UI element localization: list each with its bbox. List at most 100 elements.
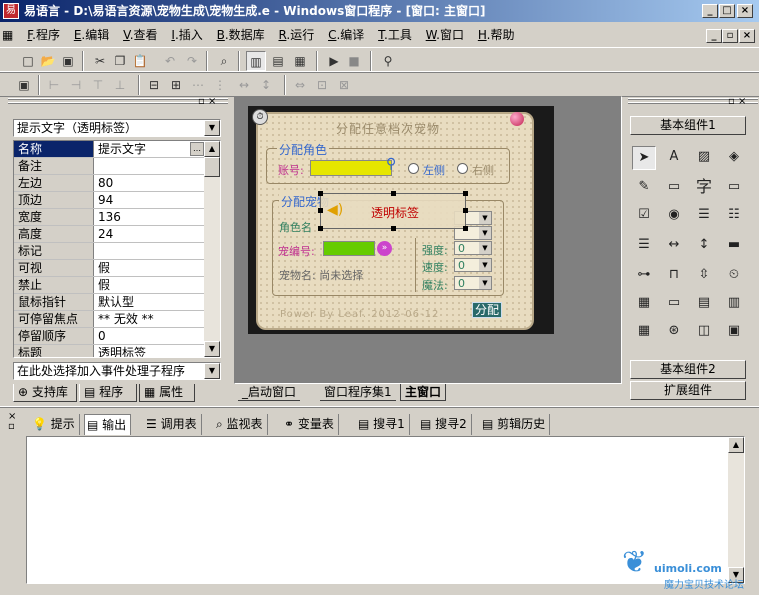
listview-icon[interactable]: ☰: [632, 234, 656, 258]
stop-icon[interactable]: ■: [344, 51, 364, 71]
property-row[interactable]: 左边 80: [14, 175, 206, 192]
calendar-icon[interactable]: ▦: [632, 292, 656, 316]
property-value[interactable]: 24: [96, 226, 206, 242]
tab-program[interactable]: ▤ 程序: [79, 384, 137, 402]
mdi-icon[interactable]: ▦: [0, 24, 18, 46]
property-row[interactable]: 可停留焦点 ** 无效 **: [14, 311, 206, 328]
image-icon[interactable]: ▨: [692, 146, 716, 170]
new-icon[interactable]: □: [18, 51, 38, 71]
tab-support-library[interactable]: ⊕ 支持库: [13, 384, 77, 402]
run-icon[interactable]: ▶: [324, 51, 344, 71]
grid-icon[interactable]: ⊠: [334, 75, 354, 95]
spin-icon[interactable]: ⇳: [692, 264, 716, 288]
layout2-icon[interactable]: ▤: [268, 51, 288, 71]
combobox-icon[interactable]: ☷: [722, 204, 746, 228]
resize-handle[interactable]: [463, 226, 468, 231]
property-row[interactable]: 宽度 136: [14, 209, 206, 226]
label-icon[interactable]: A: [662, 146, 686, 170]
tab-startup-window[interactable]: _启动窗口: [238, 384, 301, 401]
splitter[interactable]: [0, 406, 759, 408]
property-row[interactable]: 鼠标指针 默认型: [14, 294, 206, 311]
menu-help[interactable]: H.帮助: [473, 24, 520, 46]
tab-search2[interactable]: ▤ 搜寻2: [418, 414, 472, 435]
tab-search1[interactable]: ▤ 搜寻1: [356, 414, 410, 435]
menu-compile[interactable]: C.编译: [323, 24, 369, 46]
property-value[interactable]: 透明标签: [96, 345, 206, 357]
property-row[interactable]: 标记: [14, 243, 206, 260]
tab-variables[interactable]: ⚭ 变量表: [282, 414, 339, 435]
speed-select[interactable]: 0 ▼: [454, 258, 492, 272]
property-value[interactable]: 假: [96, 277, 206, 293]
right-radio[interactable]: [457, 163, 468, 174]
event-selector[interactable]: 在此处选择加入事件处理子程序 ▼: [13, 362, 221, 380]
listbox-icon[interactable]: ☰: [692, 204, 716, 228]
search-icon[interactable]: ⚲: [386, 156, 396, 172]
folder-icon[interactable]: ▤: [692, 292, 716, 316]
property-value[interactable]: 136: [96, 209, 206, 225]
property-row[interactable]: 标题 透明标签: [14, 345, 206, 357]
radio-icon[interactable]: ◉: [662, 204, 686, 228]
same-width-icon[interactable]: ↔: [234, 75, 254, 95]
menu-window[interactable]: W.窗口: [421, 24, 469, 46]
property-value[interactable]: 80: [96, 175, 206, 191]
undo-icon[interactable]: ↶: [160, 51, 180, 71]
property-value[interactable]: [96, 158, 206, 174]
strength-select[interactable]: 0 ▼: [454, 241, 492, 255]
property-scrollbar[interactable]: ▲ ▼: [204, 141, 220, 357]
tab-output[interactable]: ▤ 输出: [84, 414, 132, 435]
menu-run[interactable]: R.运行: [273, 24, 319, 46]
resize-handle[interactable]: [318, 191, 323, 196]
basic-components-1-button[interactable]: 基本组件1: [630, 116, 746, 135]
resize-handle[interactable]: [391, 226, 396, 231]
mdi-minimize-button[interactable]: _: [706, 29, 722, 43]
property-value[interactable]: [96, 243, 206, 259]
checkbox-icon[interactable]: ☑: [632, 204, 656, 228]
basic-components-2-button[interactable]: 基本组件2: [630, 360, 746, 379]
find-icon[interactable]: ⌕: [214, 51, 234, 71]
resize-handle[interactable]: [463, 191, 468, 196]
redo-icon[interactable]: ↷: [182, 51, 202, 71]
network-icon[interactable]: ⊛: [662, 320, 686, 344]
align-top-icon[interactable]: ⊤: [88, 75, 108, 95]
property-row[interactable]: 名称 提示文字…: [14, 141, 206, 158]
window-icon[interactable]: ▣: [722, 320, 746, 344]
component-selector[interactable]: 提示文字（透明标签） ▼: [13, 119, 221, 137]
tab-call-stack[interactable]: ☰ 调用表: [144, 414, 202, 435]
property-row[interactable]: 高度 24: [14, 226, 206, 243]
resize-handle[interactable]: [463, 208, 468, 213]
chevron-down-icon[interactable]: ▼: [204, 363, 220, 379]
space-v-icon[interactable]: ⋮: [210, 75, 230, 95]
frame-icon[interactable]: ▭: [722, 176, 746, 200]
panel-pin-icon[interactable]: ▫ ×: [198, 96, 216, 107]
pet-number-input[interactable]: [323, 241, 375, 256]
property-value[interactable]: ** 无效 **: [96, 311, 206, 327]
edit-icon[interactable]: ✎: [632, 176, 656, 200]
resize-handle[interactable]: [391, 191, 396, 196]
cut-icon[interactable]: ✂: [90, 51, 110, 71]
align-left-icon[interactable]: ⊢: [44, 75, 64, 95]
center-v-icon[interactable]: ⊞: [166, 75, 186, 95]
tab-properties[interactable]: ▦ 属性: [139, 384, 195, 402]
menu-database[interactable]: B.数据库: [212, 24, 270, 46]
copy-icon[interactable]: ❐: [110, 51, 130, 71]
maximize-button[interactable]: □: [719, 4, 735, 18]
magic-select[interactable]: 0 ▼: [454, 276, 492, 290]
slider-icon[interactable]: ⊶: [632, 264, 656, 288]
mdi-restore-button[interactable]: ▫: [722, 29, 738, 43]
binoculars-icon[interactable]: ⚲: [378, 51, 398, 71]
split-icon[interactable]: ◫: [692, 320, 716, 344]
property-value[interactable]: 假: [96, 260, 206, 276]
vscroll-icon[interactable]: ↕: [692, 234, 716, 258]
property-row[interactable]: 禁止假: [14, 277, 206, 294]
align-center-icon[interactable]: ⊣: [66, 75, 86, 95]
extension-components-button[interactable]: 扩展组件: [630, 381, 746, 400]
property-value[interactable]: 94: [96, 192, 206, 208]
transparent-label[interactable]: ◀) 透明标签: [320, 193, 466, 229]
text-icon[interactable]: 字: [692, 176, 716, 200]
space-h-icon[interactable]: ⋯: [188, 75, 208, 95]
hscroll-icon[interactable]: ↔: [662, 234, 686, 258]
property-row[interactable]: 可视假: [14, 260, 206, 277]
save-icon[interactable]: ▣: [58, 51, 78, 71]
assign-button[interactable]: 分配: [472, 302, 502, 318]
lock-icon[interactable]: ⊡: [312, 75, 332, 95]
